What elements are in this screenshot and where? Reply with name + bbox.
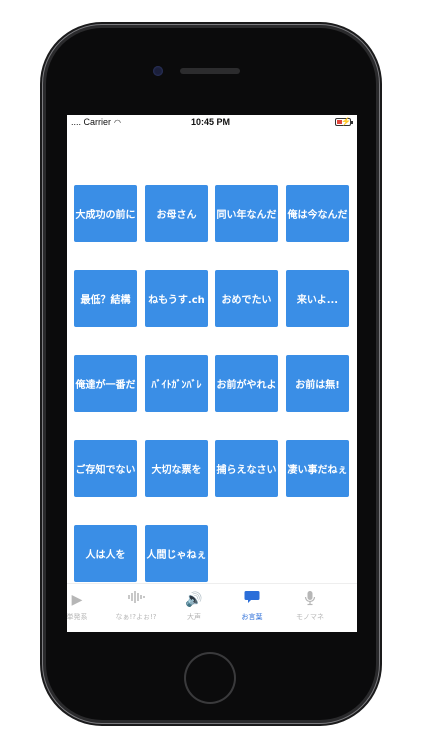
- play-icon: ▶: [71, 592, 83, 608]
- phrase-button[interactable]: 捕らえなさい: [215, 440, 278, 497]
- phrase-button[interactable]: 俺は今なんだ: [286, 185, 349, 242]
- front-camera: [153, 66, 163, 76]
- tab-single[interactable]: ▶ 単発系: [67, 590, 107, 622]
- phrase-button[interactable]: 凄い事だねぇ: [286, 440, 349, 497]
- phrase-button[interactable]: お前がやれよ: [215, 355, 278, 412]
- tab-impression[interactable]: モノマネ: [280, 590, 340, 622]
- phrase-button[interactable]: 人間じゃねぇ: [145, 525, 208, 582]
- waveform-icon: [106, 590, 166, 610]
- phrase-button[interactable]: お母さん: [145, 185, 208, 242]
- phrase-button[interactable]: ﾊﾞｲﾄｶﾞﾝﾊﾞﾚ: [145, 355, 208, 412]
- speaker-icon: 🔊: [185, 592, 203, 608]
- volume-down-button: [40, 218, 44, 266]
- phrase-button[interactable]: ご存知でない: [74, 440, 137, 497]
- phrase-button[interactable]: 大切な票を: [145, 440, 208, 497]
- more-icon: [337, 590, 357, 610]
- phrase-button[interactable]: 同い年なんだ: [215, 185, 278, 242]
- mute-switch: [40, 118, 44, 144]
- phrase-button[interactable]: 来いよ...: [286, 270, 349, 327]
- volume-up-button: [40, 160, 44, 208]
- tab-more[interactable]: 電: [337, 590, 357, 622]
- tab-loud[interactable]: 🔊 大声: [164, 590, 224, 622]
- phrase-button-grid: 大成功の前に お母さん 同い年なんだ 俺は今なんだ 最低？結構 ねもうす.ch …: [67, 115, 357, 595]
- home-button[interactable]: [186, 654, 234, 702]
- phrase-button[interactable]: ねもうす.ch: [145, 270, 208, 327]
- tab-naa-yoo[interactable]: なぁ!?よぉ!?: [106, 590, 166, 622]
- earpiece-speaker: [180, 68, 240, 74]
- phrase-button[interactable]: 俺達が一番だ: [74, 355, 137, 412]
- tab-bar: ▶ 単発系 なぁ!?よぉ!? 🔊 大声 お言葉 モノマネ 電: [67, 583, 357, 632]
- app-screen: .... Carrier ◠ 10:45 PM ⚡ 大成功の前に お母さん 同い年…: [67, 115, 357, 632]
- phrase-button[interactable]: 人は人を: [74, 525, 137, 582]
- speech-bubble-icon: [222, 590, 282, 610]
- microphone-icon: [280, 590, 340, 610]
- tab-words[interactable]: お言葉: [222, 590, 282, 622]
- phrase-button[interactable]: 最低？結構: [74, 270, 137, 327]
- phrase-button[interactable]: おめでたい: [215, 270, 278, 327]
- phrase-button[interactable]: お前は無!: [286, 355, 349, 412]
- power-button: [378, 174, 382, 236]
- phrase-button[interactable]: 大成功の前に: [74, 185, 137, 242]
